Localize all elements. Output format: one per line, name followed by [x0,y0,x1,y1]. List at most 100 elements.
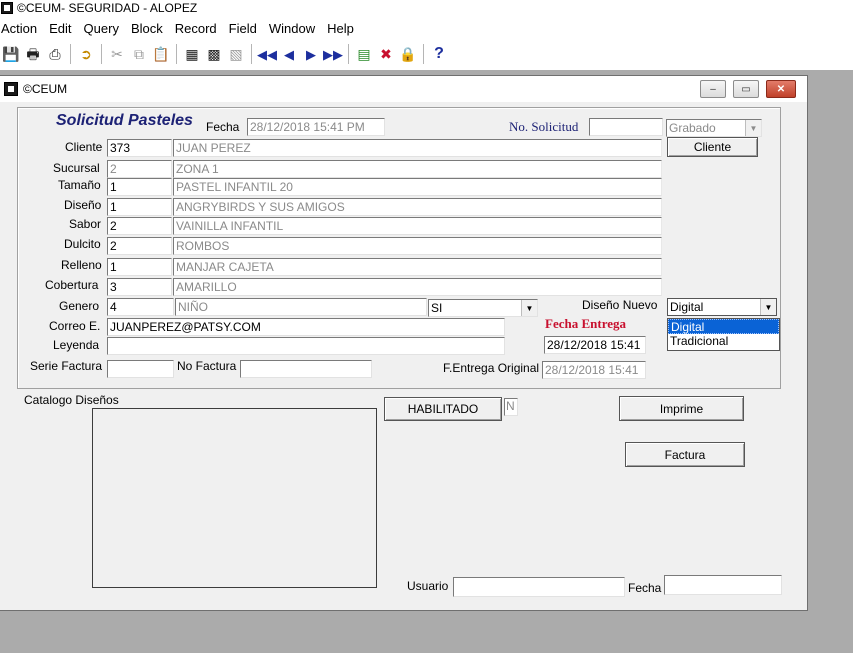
execute-query-icon[interactable]: ▩ [205,45,223,63]
toolbar-separator [101,44,102,64]
fecha-footer-field[interactable] [664,575,782,595]
cliente-label: Cliente [65,140,103,154]
usuario-label: Usuario [407,579,449,593]
toolbar: 💾 🖶 ⎙ ➲ ✂ ⧉ 📋 ▦ ▩ ▧ ◀◀ ◀ ▶ ▶▶ ▤ ✖ 🔒 ? [0,40,853,68]
sucursal-name-field[interactable]: ZONA 1 [173,160,662,178]
serie-factura-label: Serie Factura [30,359,103,373]
menu-query[interactable]: Query [84,21,126,36]
print-icon[interactable]: 🖶 [24,45,42,63]
cobertura-code-field[interactable]: 3 [107,278,172,296]
genero-select[interactable]: SI ▼ [428,299,538,317]
paste-icon[interactable]: 📋 [152,45,170,63]
form-window: ©CEUM – ▭ ✕ Solicitud Pasteles Fecha 28/… [0,75,808,611]
toolbar-separator [251,44,252,64]
menu-field[interactable]: Field [229,21,264,36]
toolbar-separator [70,44,71,64]
correo-label: Correo E. [49,319,101,333]
restore-button[interactable]: ▭ [733,80,759,98]
cliente-name-field[interactable]: JUAN PEREZ [173,139,662,157]
usuario-field[interactable] [453,577,625,597]
cobertura-label: Cobertura [45,278,99,292]
sabor-code-field[interactable]: 2 [107,217,172,235]
diseno-code-field[interactable]: 1 [107,198,172,216]
tamano-name-field[interactable]: PASTEL INFANTIL 20 [173,178,662,196]
option-digital[interactable]: Digital [668,319,779,334]
toolbar-separator [423,44,424,64]
window-icon [4,82,18,96]
menu-help[interactable]: Help [327,21,361,36]
no-solicitud-field[interactable] [589,118,663,136]
genero-label: Genero [59,299,100,313]
genero-select-value: SI [431,301,443,315]
genero-code-field[interactable]: 4 [107,298,174,316]
lock-record-icon[interactable]: 🔒 [399,45,417,63]
diseno-nuevo-select[interactable]: Digital ▼ [667,298,777,316]
close-button[interactable]: ✕ [766,80,796,98]
cliente-button[interactable]: Cliente [667,137,758,157]
habilitado-button[interactable]: HABILITADO [384,397,502,421]
diseno-nuevo-value: Digital [670,300,704,314]
no-factura-field[interactable] [240,360,372,378]
leyenda-field[interactable] [107,337,505,355]
dulcito-name-field[interactable]: ROMBOS [173,237,662,255]
fecha-entrega-label: Fecha Entrega [545,316,626,331]
catalogo-label: Catalogo Diseños [24,393,119,407]
last-record-icon[interactable]: ▶▶ [323,45,343,63]
fecha-field[interactable]: 28/12/2018 15:41 PM [247,118,385,136]
next-record-icon[interactable]: ▶ [302,45,320,63]
help-icon[interactable]: ? [430,45,448,63]
menu-action[interactable]: Action [0,21,44,36]
relleno-label: Relleno [61,258,102,272]
sabor-label: Sabor [69,217,102,231]
fecha-label: Fecha [206,120,240,134]
menu-window[interactable]: Window [269,21,322,36]
f-entrega-original-field[interactable]: 28/12/2018 15:41 [542,361,646,379]
first-record-icon[interactable]: ◀◀ [257,45,277,63]
genero-name-field[interactable]: NIÑO [175,298,427,316]
cut-icon[interactable]: ✂ [108,45,126,63]
relleno-name-field[interactable]: MANJAR CAJETA [173,258,662,276]
sabor-name-field[interactable]: VAINILLA INFANTIL [173,217,662,235]
f-entrega-original-label: F.Entrega Original [443,361,540,375]
diseno-name-field[interactable]: ANGRYBIRDS Y SUS AMIGOS [173,198,662,216]
diseno-nuevo-options: Digital Tradicional [667,318,780,351]
menu-block[interactable]: Block [131,21,170,36]
sucursal-label: Sucursal [53,161,100,175]
save-icon[interactable]: 💾 [2,45,20,63]
app-chrome: ©CEUM- SEGURIDAD - ALOPEZ Action Edit Qu… [0,0,853,70]
serie-factura-field[interactable] [107,360,174,378]
status-dropdown[interactable]: Grabado ▼ [666,119,762,137]
window-title-bar: ©CEUM – ▭ ✕ [0,76,807,102]
cancel-query-icon[interactable]: ▧ [227,45,245,63]
chevron-down-icon: ▼ [760,299,776,315]
tamano-code-field[interactable]: 1 [107,178,172,196]
catalogo-image [92,408,377,588]
cobertura-name-field[interactable]: AMARILLO [173,278,662,296]
app-title: ©CEUM- SEGURIDAD - ALOPEZ [17,1,198,15]
app-title-bar: ©CEUM- SEGURIDAD - ALOPEZ [0,0,197,16]
factura-button[interactable]: Factura [625,442,745,467]
correo-field[interactable]: JUANPEREZ@PATSY.COM [107,318,505,336]
menu-record[interactable]: Record [175,21,224,36]
enter-query-icon[interactable]: ▦ [183,45,201,63]
minimize-button[interactable]: – [700,80,726,98]
delete-record-icon[interactable]: ✖ [377,45,395,63]
print-setup-icon[interactable]: ⎙ [46,45,64,63]
cliente-code-field[interactable]: 373 [107,139,172,157]
dulcito-code-field[interactable]: 2 [107,237,172,255]
tamano-label: Tamaño [58,178,101,192]
option-tradicional[interactable]: Tradicional [668,334,779,349]
no-factura-label: No Factura [177,359,237,373]
dulcito-label: Dulcito [64,237,101,251]
status-value: Grabado [669,121,716,135]
menu-edit[interactable]: Edit [49,21,78,36]
previous-record-icon[interactable]: ◀ [280,45,298,63]
habilitado-field[interactable]: N [504,398,518,416]
sucursal-code-field[interactable]: 2 [107,160,172,178]
copy-icon[interactable]: ⧉ [130,45,148,63]
imprime-button[interactable]: Imprime [619,396,744,421]
fecha-entrega-field[interactable]: 28/12/2018 15:41 [544,336,646,354]
relleno-code-field[interactable]: 1 [107,258,172,276]
exit-icon[interactable]: ➲ [77,45,95,63]
insert-record-icon[interactable]: ▤ [355,45,373,63]
